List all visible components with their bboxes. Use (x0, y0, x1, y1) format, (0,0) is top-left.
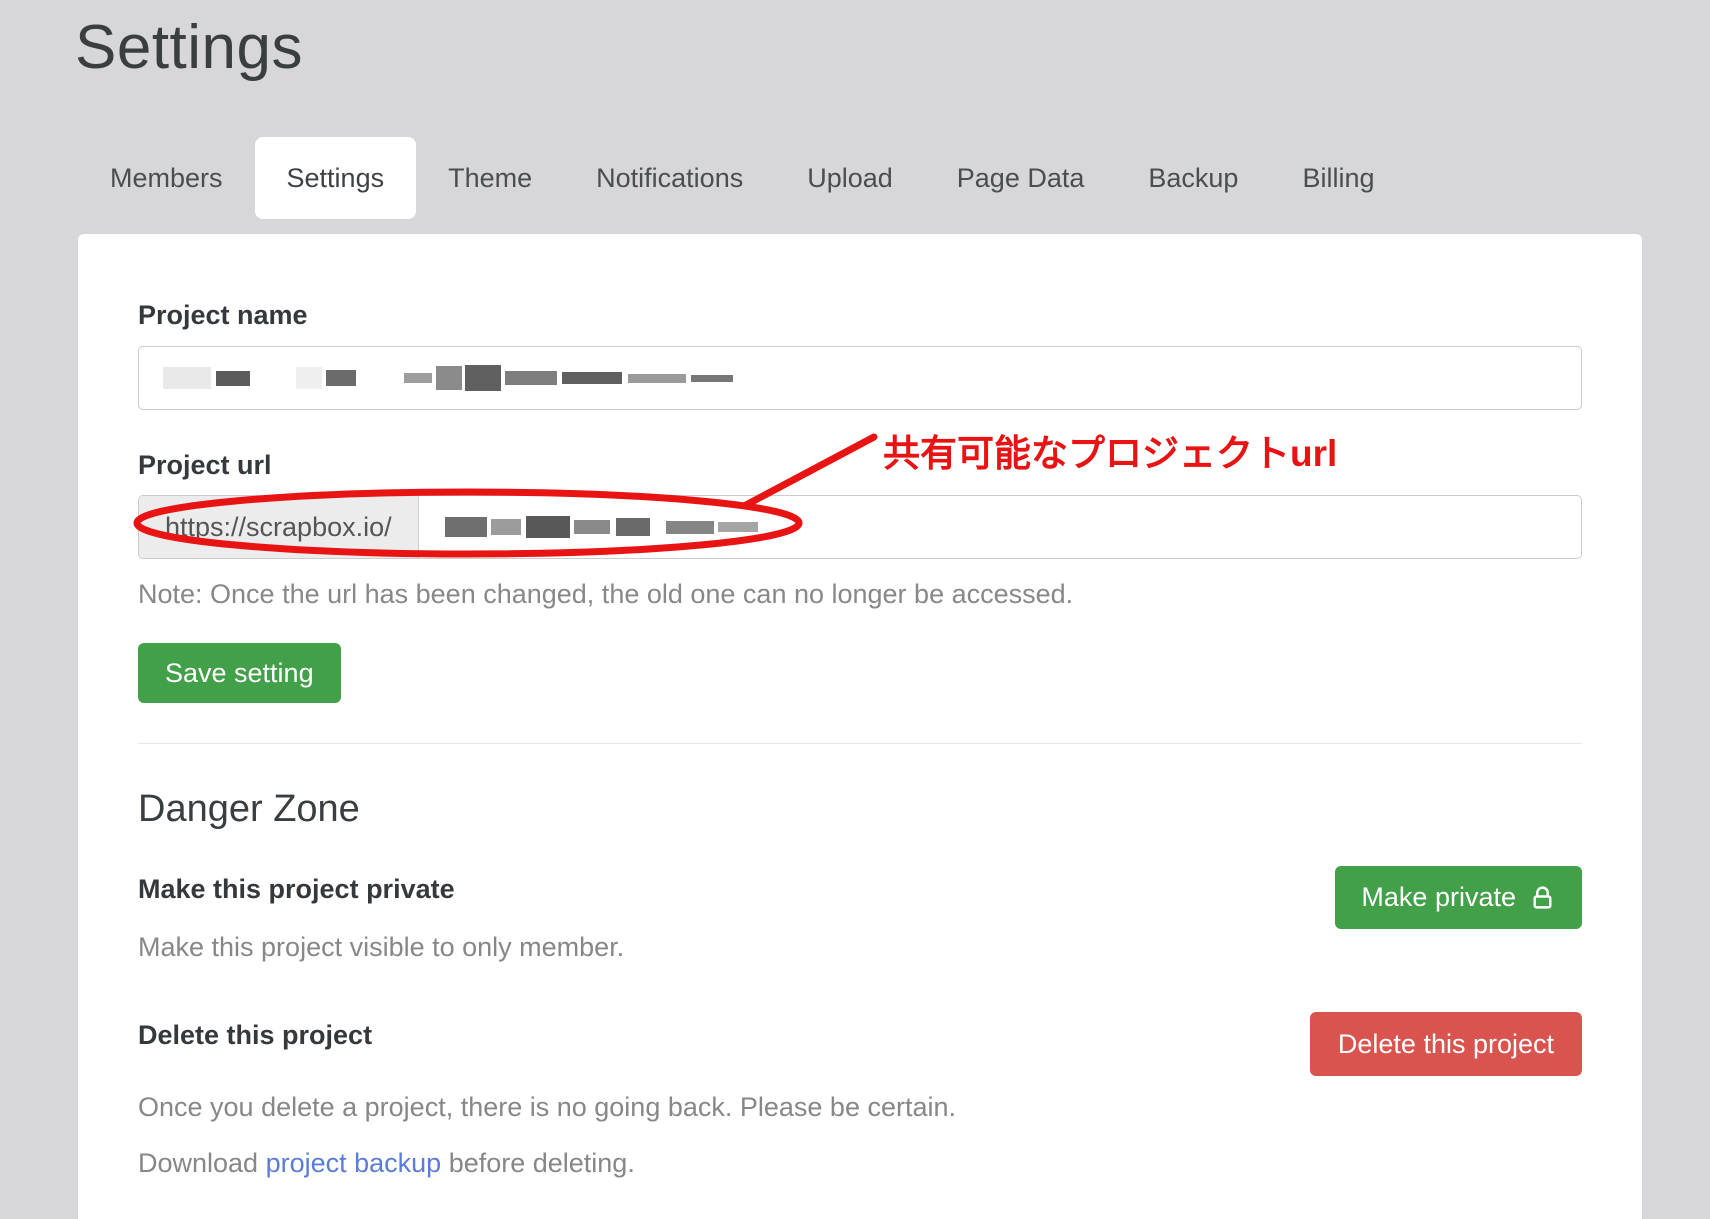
settings-card: Project name Project url https://scrapbo… (78, 234, 1642, 1219)
settings-page: Settings Members Settings Theme Notifica… (0, 0, 1710, 1219)
make-private-title: Make this project private (138, 872, 624, 906)
project-url-section: Project url https://scrapbox.io/ (138, 448, 1582, 559)
tab-page-data[interactable]: Page Data (925, 137, 1117, 219)
project-url-input[interactable] (419, 496, 1581, 558)
save-setting-button[interactable]: Save setting (138, 643, 341, 703)
tab-settings[interactable]: Settings (255, 137, 417, 219)
backup-line: Download project backup before deleting. (138, 1146, 956, 1180)
page-title: Settings (75, 12, 1710, 83)
project-name-label: Project name (138, 298, 1582, 332)
url-prefix-addon: https://scrapbox.io/ (139, 496, 419, 558)
tab-notifications[interactable]: Notifications (564, 137, 775, 219)
project-url-label: Project url (138, 448, 1582, 482)
delete-project-row: Delete this project Once you delete a pr… (138, 1018, 1582, 1180)
section-divider (138, 743, 1582, 744)
danger-zone-heading: Danger Zone (138, 786, 1582, 832)
project-url-input-group: https://scrapbox.io/ (138, 495, 1582, 559)
lock-icon (1529, 884, 1556, 911)
make-private-row: Make this project private Make this proj… (138, 872, 1582, 964)
make-private-text: Make this project private Make this proj… (138, 872, 624, 964)
tab-upload[interactable]: Upload (775, 137, 925, 219)
tab-billing[interactable]: Billing (1270, 137, 1406, 219)
tab-members[interactable]: Members (78, 137, 255, 219)
project-backup-link[interactable]: project backup (266, 1148, 442, 1178)
url-change-note: Note: Once the url has been changed, the… (138, 577, 1582, 611)
delete-project-description: Once you delete a project, there is no g… (138, 1090, 956, 1124)
backup-text-before: Download (138, 1148, 266, 1178)
annotation-text: 共有可能なプロジェクトurl (883, 423, 1337, 477)
redacted-project-name (163, 365, 733, 391)
tab-theme[interactable]: Theme (416, 137, 564, 219)
delete-project-title: Delete this project (138, 1018, 956, 1052)
delete-project-button[interactable]: Delete this project (1310, 1012, 1582, 1076)
redacted-project-url (445, 516, 758, 538)
tab-bar: Members Settings Theme Notifications Upl… (78, 137, 1710, 219)
delete-project-text: Delete this project Once you delete a pr… (138, 1018, 956, 1180)
make-private-description: Make this project visible to only member… (138, 930, 624, 964)
backup-text-after: before deleting. (441, 1148, 635, 1178)
tab-backup[interactable]: Backup (1116, 137, 1270, 219)
project-name-input[interactable] (138, 346, 1582, 410)
make-private-button-label: Make private (1361, 882, 1516, 913)
make-private-button[interactable]: Make private (1335, 866, 1582, 929)
